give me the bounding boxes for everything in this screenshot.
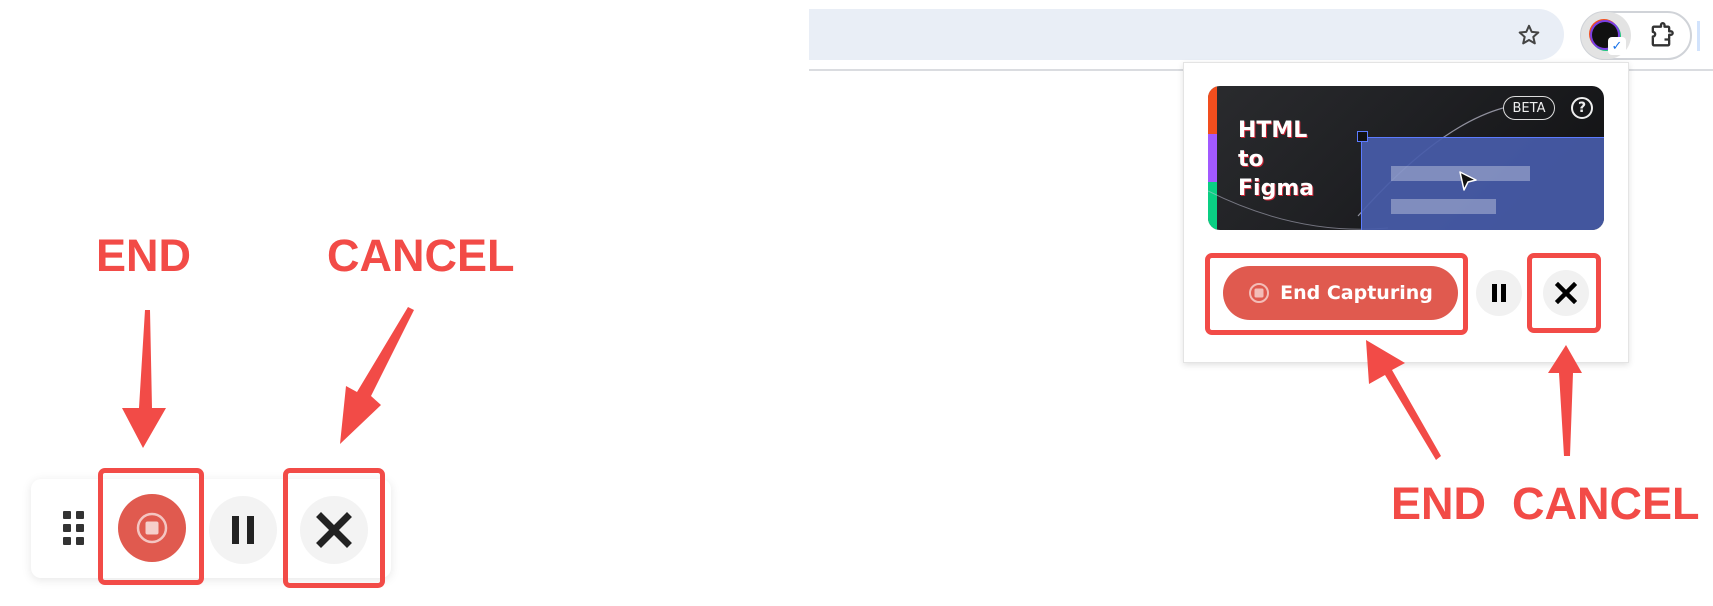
cancel-annotation-label-right: CANCEL <box>1512 478 1700 529</box>
arrow-end-right <box>1366 340 1441 460</box>
end-annotation-label: END <box>96 230 192 281</box>
cancel-annotation-label: CANCEL <box>327 230 515 281</box>
arrow-cancel-right <box>1548 345 1582 456</box>
arrow-cancel-left <box>340 307 414 444</box>
end-annotation-label-right: END <box>1391 478 1487 529</box>
arrow-end-left <box>122 310 166 448</box>
